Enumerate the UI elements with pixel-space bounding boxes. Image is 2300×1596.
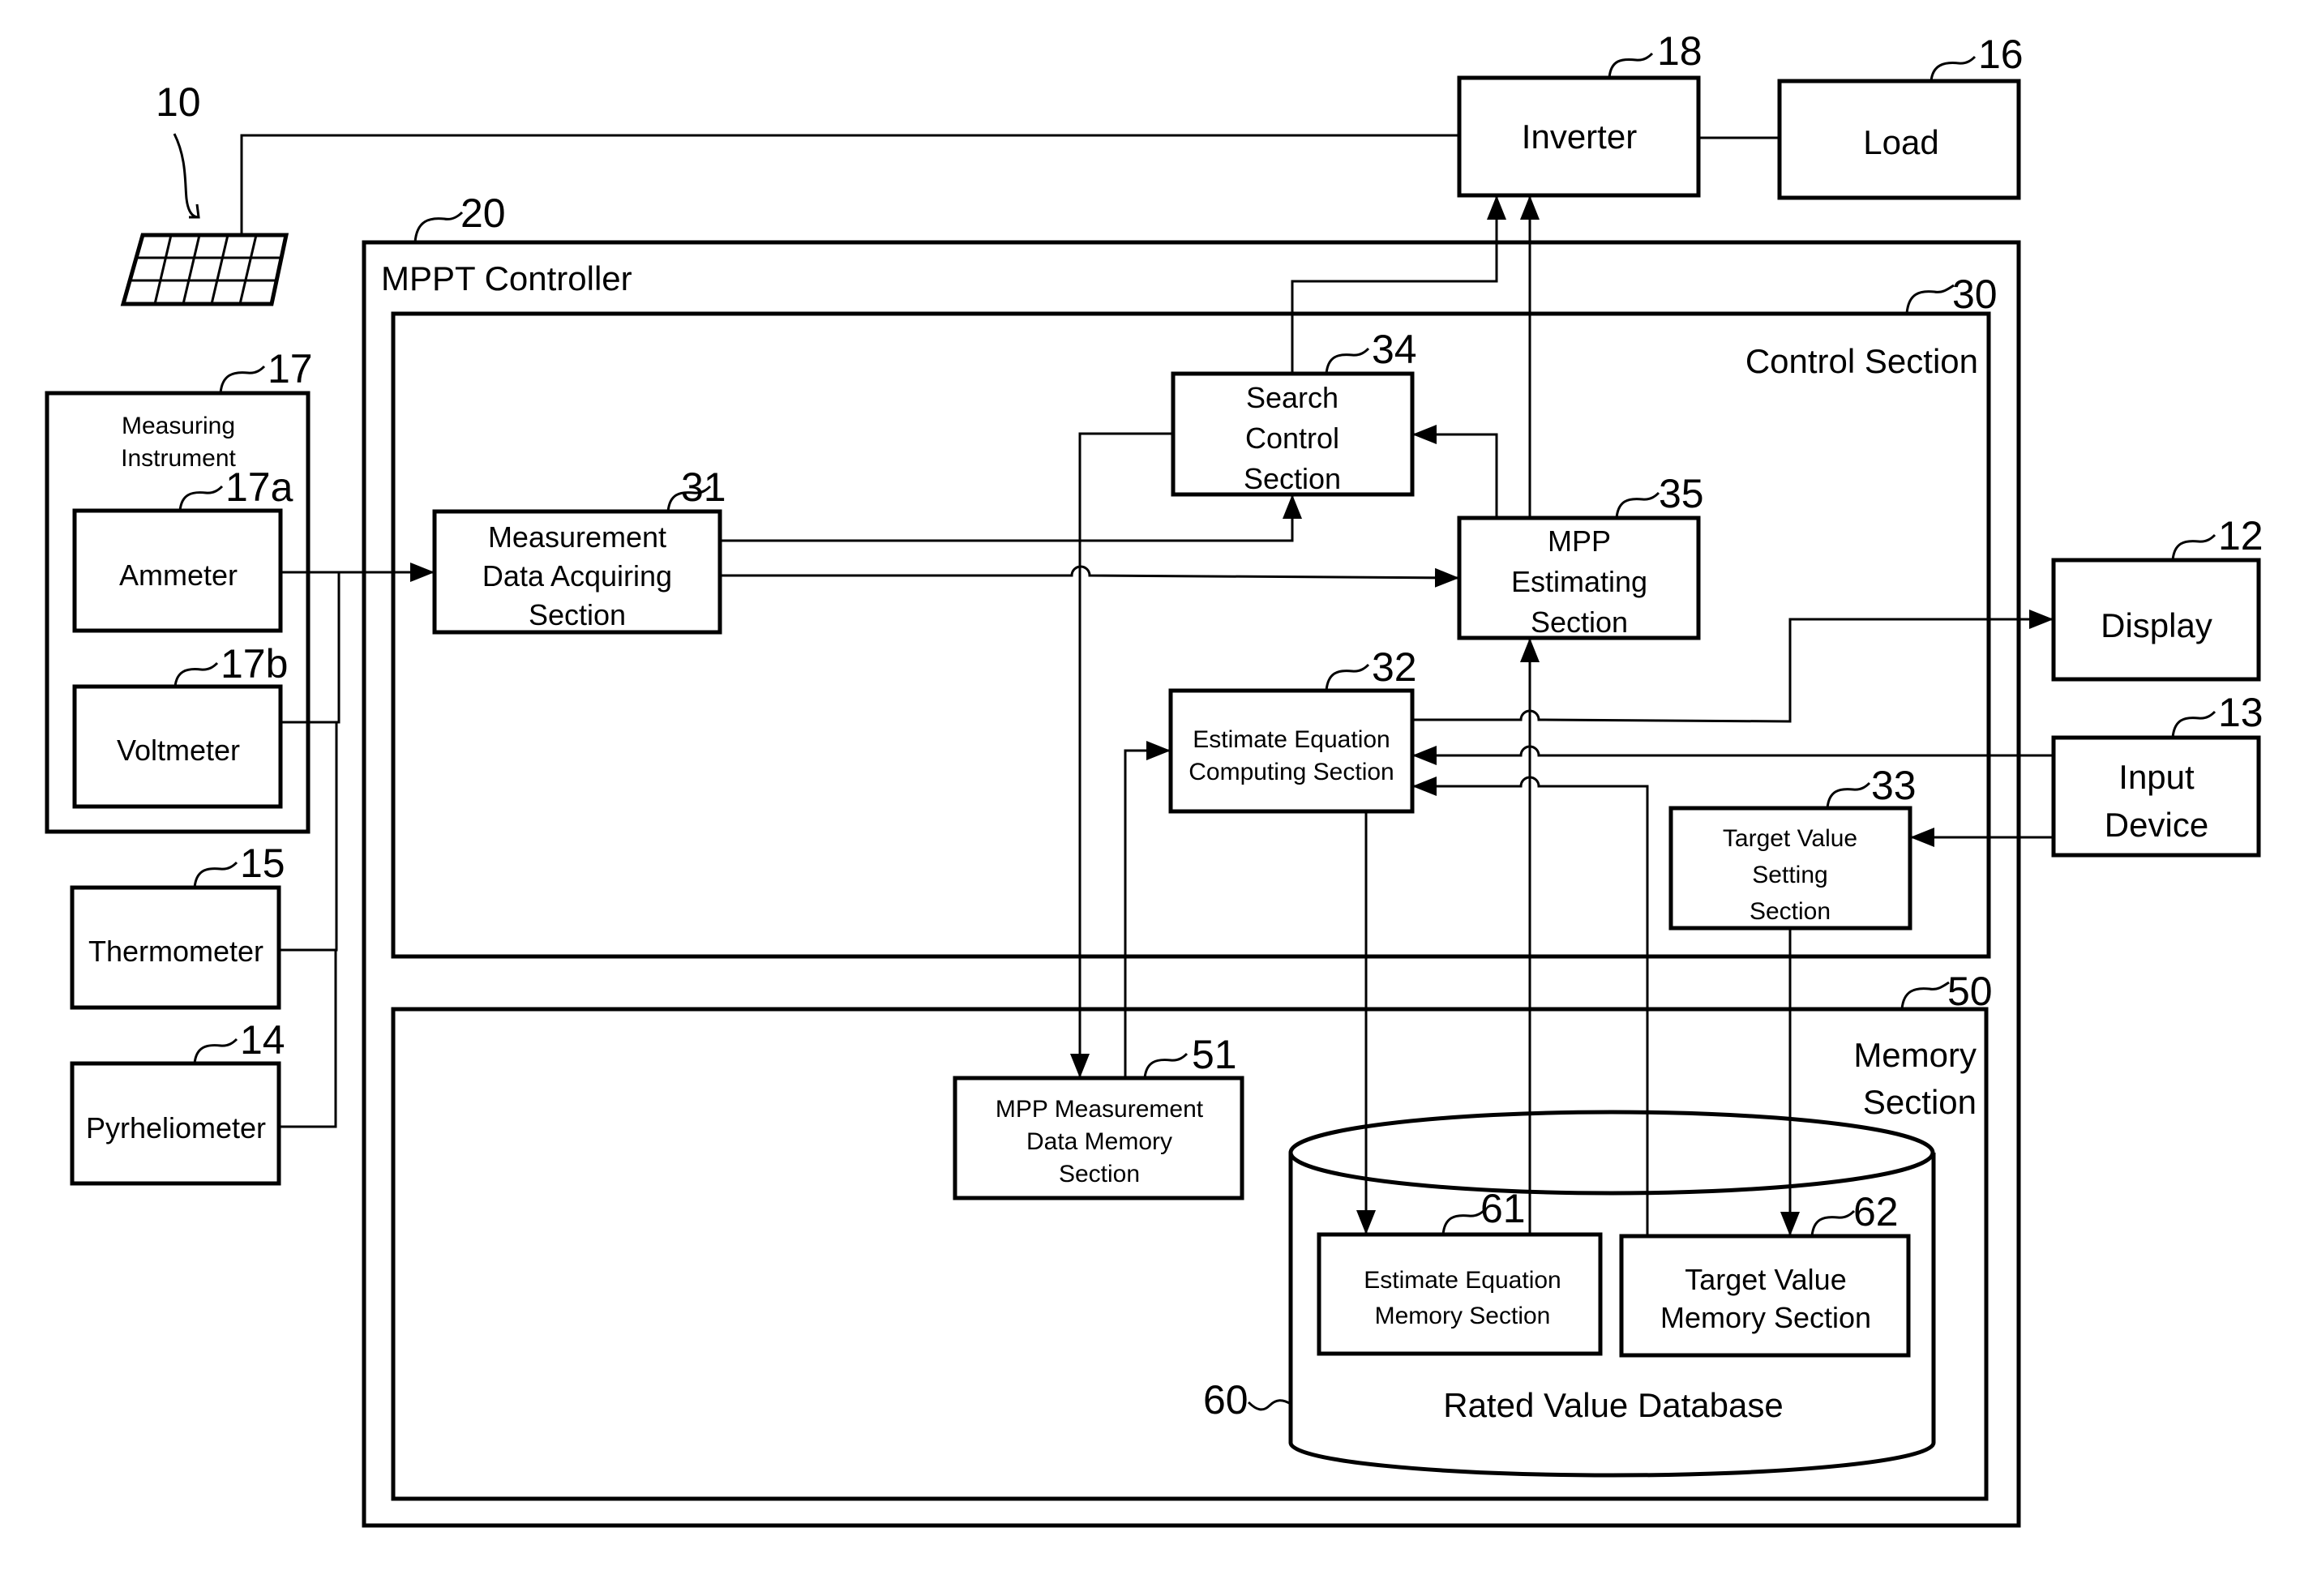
ref-61: 61 [1480,1186,1526,1231]
ref-31: 31 [681,464,726,510]
tvms-label-line2: Memory Section [1660,1301,1871,1334]
thermometer[interactable]: Thermometer 15 [70,841,285,1010]
mdas-label-line2: Data Acquiring [482,559,672,593]
display[interactable]: Display 12 [2051,513,2264,682]
scs-label-line2: Control [1245,421,1339,455]
thermometer-label: Thermometer [88,935,263,968]
measuring-instrument-label-line2: Instrument [121,445,236,472]
mmdm-label-line3: Section [1059,1161,1140,1187]
ref-14: 14 [240,1017,285,1063]
leader-13 [2171,710,2216,738]
eems-label-line2: Memory Section [1375,1303,1551,1329]
ref-62: 62 [1853,1189,1899,1234]
block-diagram: MPPT Controller 20 Control Section 30 Me… [45,28,2264,1528]
tvms-label-line1: Target Value [1685,1263,1846,1296]
eems-label-line1: Estimate Equation [1364,1267,1561,1294]
ref-32: 32 [1372,644,1417,690]
ref-50: 50 [1947,969,1993,1014]
input-device[interactable]: Input Device 13 [2051,690,2264,858]
tvss-label-line1: Target Value [1723,825,1857,852]
tvss-label-line3: Section [1750,898,1831,925]
ref-60: 60 [1203,1377,1249,1423]
ref-12: 12 [2218,513,2264,558]
memory-section-label-line1: Memory [1853,1036,1977,1074]
database-top [1288,1110,1935,1196]
ref-34: 34 [1372,327,1417,372]
input-device-label-line2: Device [2105,806,2208,844]
ref-15: 15 [240,841,285,886]
scs-label-line3: Section [1244,462,1341,495]
ref-17a: 17a [225,464,293,510]
mes-label-line3: Section [1531,605,1628,639]
mmdm-label-line2: Data Memory [1026,1128,1172,1155]
database-label: Rated Value Database [1443,1386,1784,1424]
eecs-label-line2: Computing Section [1189,759,1394,785]
display-label: Display [2101,606,2212,644]
leader-20 [413,211,464,243]
ref-30: 30 [1952,272,1998,317]
inverter-label: Inverter [1522,118,1637,156]
wire-solar-to-inverter [240,134,1459,235]
mppt-controller-label: MPPT Controller [381,259,632,297]
leader-14 [193,1038,238,1064]
ref-35: 35 [1659,471,1704,516]
load-label: Load [1863,123,1938,161]
input-device-label-line1: Input [2118,758,2195,796]
estimate-equation-memory-box[interactable] [1317,1232,1603,1356]
mmdm-label-line1: MPP Measurement [996,1096,1204,1123]
mdas-label-line1: Measurement [488,520,666,554]
control-section-label: Control Section [1745,342,1978,380]
leader-18 [1608,52,1654,79]
ref-16: 16 [1978,32,2024,77]
leader-10 [173,133,199,219]
leader-16 [1930,55,1977,82]
mes-label-line1: MPP [1548,524,1611,558]
solar-panel-icon [120,233,289,306]
pyrheliometer-label: Pyrheliometer [86,1111,266,1145]
voltmeter-label: Voltmeter [117,734,240,767]
ref-10: 10 [156,79,201,125]
wire-pyrheliometer-to-bus [279,950,337,1128]
tvss-label-line2: Setting [1752,862,1827,888]
ref-18: 18 [1657,28,1703,74]
mdas-label-line3: Section [529,598,626,631]
ref-20: 20 [460,190,506,236]
mes-label-line2: Estimating [1511,565,1647,598]
eecs-label-line1: Estimate Equation [1193,726,1390,753]
scs-label-line1: Search [1246,381,1338,414]
ref-17b: 17b [221,641,288,687]
memory-section-label-line2: Section [1863,1083,1977,1121]
leader-15 [193,861,238,888]
ref-33: 33 [1871,763,1917,808]
solar-panel: 10 [120,79,289,306]
ammeter-label: Ammeter [119,558,238,592]
measuring-instrument-label-line1: Measuring [122,413,235,439]
ref-13: 13 [2218,690,2264,735]
pyrheliometer[interactable]: Pyrheliometer 14 [70,1017,285,1186]
inverter[interactable]: Inverter 18 [1457,28,1703,198]
load[interactable]: Load 16 [1777,32,2024,200]
leader-12 [2171,533,2216,561]
leader-17 [219,365,266,394]
ref-51: 51 [1192,1032,1237,1077]
ref-17: 17 [268,346,313,392]
